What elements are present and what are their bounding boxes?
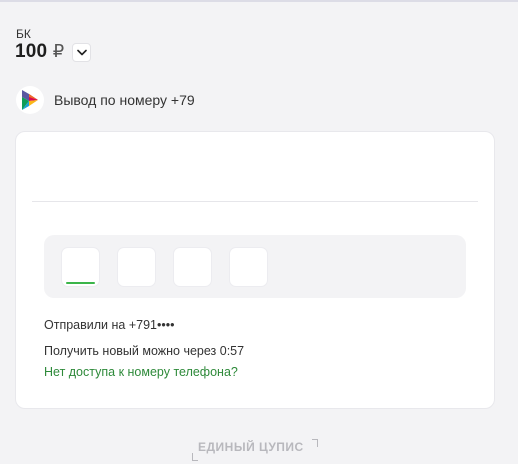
- no-phone-access-link[interactable]: Нет доступа к номеру телефона?: [44, 365, 238, 379]
- code-sent-text: Отправили на +791••••: [44, 318, 175, 332]
- confirmation-card: Отправили на +791•••• Получить новый мож…: [15, 131, 495, 409]
- card-divider: [32, 201, 478, 202]
- chevron-down-icon: [77, 49, 87, 55]
- currency-sign: ₽: [52, 41, 65, 61]
- balance-amount: 100 ₽: [15, 41, 64, 63]
- code-digit-input-1[interactable]: [61, 246, 100, 287]
- cupis-logo: ЕДИНЫЙ ЦУПИС: [198, 440, 304, 454]
- cupis-corner-bracket: [312, 439, 318, 447]
- resend-timer-text: Получить новый можно через 0:57: [44, 344, 245, 358]
- code-digit-input-3[interactable]: [173, 246, 212, 287]
- balance-row: 100 ₽: [15, 41, 92, 63]
- balance-dropdown-button[interactable]: [72, 42, 92, 62]
- sms-code-input: [44, 235, 466, 298]
- cupis-corner-bracket: [192, 453, 198, 461]
- code-digit-input-2[interactable]: [117, 246, 156, 287]
- payout-method: Вывод по номеру +79: [16, 86, 195, 114]
- payout-method-label: Вывод по номеру +79: [54, 92, 195, 108]
- balance-value: 100: [15, 41, 48, 62]
- top-border: [0, 0, 518, 2]
- code-digit-input-4[interactable]: [229, 246, 268, 287]
- sbp-logo-icon: [16, 86, 44, 114]
- balance-label: БК: [16, 27, 31, 41]
